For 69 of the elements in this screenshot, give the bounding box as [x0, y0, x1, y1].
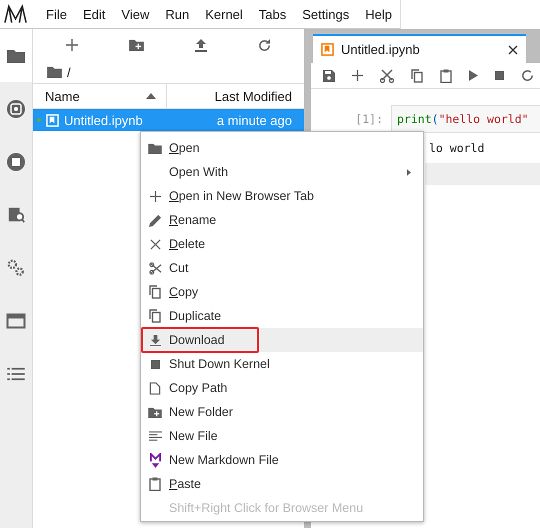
plus-icon: [150, 190, 160, 202]
menu-item[interactable]: Open in New Browser Tab: [141, 184, 423, 208]
copy-icon: [149, 285, 161, 299]
download-icon: [150, 334, 160, 346]
menu-item[interactable]: Tabs: [250, 6, 294, 22]
cross-icon: [150, 238, 160, 250]
menu-item[interactable]: Edit: [75, 6, 114, 22]
markdown-icon: [150, 452, 160, 468]
list-icon: [7, 366, 25, 380]
restart-icon[interactable]: [521, 69, 534, 82]
notebook-tab[interactable]: Untitled.ipynb: [313, 34, 526, 63]
notebook-icon: [46, 114, 59, 126]
menu-item[interactable]: View: [113, 6, 158, 22]
menu-item[interactable]: Shut Down Kernel: [141, 352, 423, 376]
menu-item[interactable]: Copy: [141, 280, 423, 304]
menu-item[interactable]: Rename: [141, 208, 423, 232]
lines-icon: [148, 430, 162, 442]
breadcrumb[interactable]: /: [67, 64, 71, 80]
upload-icon[interactable]: [194, 38, 207, 52]
folder-icon[interactable]: [47, 66, 62, 78]
square-icon: [150, 360, 160, 368]
menu-item[interactable]: Kernel: [197, 6, 251, 22]
menu-item[interactable]: File: [38, 6, 75, 22]
new-folder-icon: [148, 406, 162, 418]
scissors-icon: [148, 262, 162, 274]
code-cell[interactable]: print("hello world": [391, 105, 540, 133]
folder-icon: [148, 142, 162, 154]
folder-icon: [6, 48, 26, 64]
menu-item[interactable]: New Markdown File: [141, 448, 423, 472]
copy-icon[interactable]: [411, 68, 423, 82]
logo-icon: [3, 3, 28, 25]
refresh-icon[interactable]: [258, 38, 271, 52]
column-header[interactable]: Last Modified: [167, 84, 304, 108]
clipboard-icon: [149, 477, 161, 491]
gear-icon: [7, 258, 25, 276]
paste-icon[interactable]: [440, 68, 452, 82]
menu-item[interactable]: Download: [141, 328, 423, 352]
menu-item[interactable]: Open: [141, 136, 423, 160]
copy-icon: [149, 309, 161, 323]
menu-item[interactable]: Settings: [294, 6, 358, 22]
menu-item[interactable]: Duplicate: [141, 304, 423, 328]
pencil-icon: [148, 214, 162, 226]
notebook-icon: [321, 43, 334, 56]
stop-icon: [6, 152, 26, 172]
menu-item[interactable]: Copy Path: [141, 376, 423, 400]
close-icon[interactable]: [508, 44, 518, 54]
save-icon[interactable]: [323, 70, 335, 82]
cell-output: lo world: [429, 140, 486, 157]
menu-item[interactable]: Delete: [141, 232, 423, 256]
new-folder-icon[interactable]: [129, 39, 144, 51]
window-icon: [6, 312, 26, 328]
menu-item[interactable]: Paste: [141, 472, 423, 496]
document-search-icon: [7, 206, 25, 224]
scissors-icon[interactable]: [380, 68, 394, 82]
menu-item[interactable]: Run: [157, 6, 198, 22]
menu-item[interactable]: Cut: [141, 256, 423, 280]
column-header[interactable]: Name: [33, 84, 167, 108]
submenu-caret-icon: [407, 168, 411, 176]
menu-item[interactable]: New Folder: [141, 400, 423, 424]
sidebar-tab[interactable]: [0, 29, 32, 82]
menu-item[interactable]: Open With: [141, 160, 423, 184]
file-icon: [149, 382, 161, 394]
new-launcher-icon[interactable]: [66, 39, 78, 51]
add-icon[interactable]: [352, 70, 363, 81]
run-icon[interactable]: [469, 70, 478, 81]
menu-item[interactable]: Help: [357, 6, 400, 22]
cell-prompt: [1]:: [354, 112, 384, 126]
menu-item[interactable]: New File: [141, 424, 423, 448]
empty-cell[interactable]: [425, 163, 540, 185]
